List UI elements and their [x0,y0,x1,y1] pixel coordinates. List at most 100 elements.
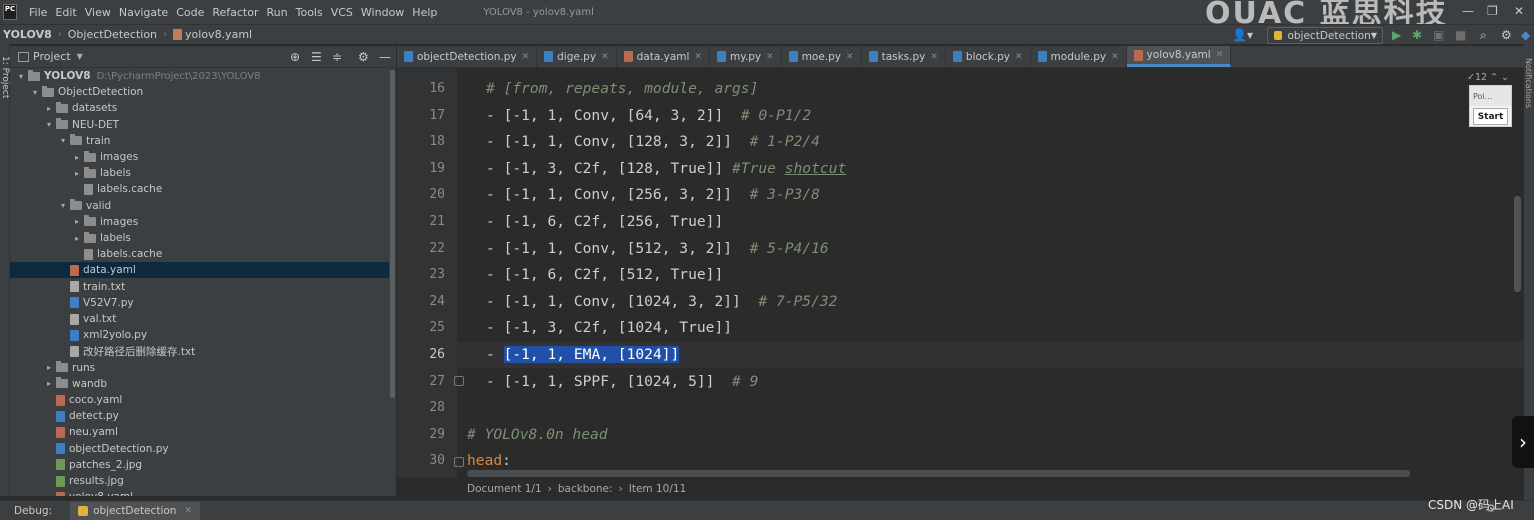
tree-item[interactable]: labels.cache [10,246,389,262]
chevron-down-icon[interactable]: ▾ [44,120,54,129]
tree-item[interactable]: ▾ YOLOV8 D:\PycharmProject\2023\YOLOV8 [10,68,389,84]
chevron-right-icon[interactable]: ▸ [72,234,82,243]
close-icon[interactable]: ✕ [184,506,192,516]
chevron-right-icon[interactable]: ▸ [44,104,54,113]
tree-item[interactable]: val.txt [10,311,389,327]
project-panel-title[interactable]: Project [33,50,71,63]
tree-item[interactable]: xml2yolo.py [10,327,389,343]
chevron-right-icon[interactable]: ▸ [72,169,82,178]
tree-item[interactable]: ▸ wandb [10,376,389,392]
close-tab-icon[interactable]: ✕ [846,52,854,62]
tree-item[interactable]: results.jpg [10,473,389,489]
editor-tab[interactable]: my.py ✕ [710,46,782,67]
breadcrumb-item[interactable]: Item 10/11 [629,483,687,495]
search-icon[interactable]: ⌕ [1480,28,1487,43]
menu-help[interactable]: Help [412,6,437,19]
project-tool-label[interactable]: 1: Project [0,56,10,98]
editor-tab[interactable]: module.py ✕ [1031,46,1127,67]
close-tab-icon[interactable]: ✕ [930,52,938,62]
run-configuration-select[interactable]: objectDetection ▼ [1267,27,1383,44]
tree-item[interactable]: train.txt [10,279,389,295]
locate-icon[interactable]: ⊕ [290,50,300,64]
chevron-down-icon[interactable]: ▾ [58,136,68,145]
close-tab-icon[interactable]: ✕ [522,52,530,62]
debug-icon[interactable]: ✱ [1412,28,1422,42]
code-editor[interactable]: 16 17 18 19 20 21 22 23 24 25 26 27 28 29 30 # [from, … [397,68,1523,478]
tree-item[interactable]: ▾ NEU-DET [10,117,389,133]
settings-icon[interactable]: ⚙ [1501,28,1512,42]
breadcrumb-backbone[interactable]: backbone: [558,483,613,495]
scrollbar-thumb[interactable] [390,70,395,398]
tree-item[interactable]: ▸ images [10,149,389,165]
menu-run[interactable]: Run [267,6,288,19]
close-tab-icon[interactable]: ✕ [1015,52,1023,62]
tree-item[interactable]: detect.py [10,408,389,424]
menu-code[interactable]: Code [176,6,204,19]
editor-tab[interactable]: objectDetection.py ✕ [397,46,538,67]
editor-horizontal-scrollbar[interactable] [467,470,1410,477]
chevron-down-icon[interactable]: ▼ [77,52,83,61]
tree-item[interactable]: ▸ images [10,214,389,230]
editor-tab[interactable]: dige.py ✕ [537,46,617,67]
debug-session-tab[interactable]: objectDetection ✕ [70,501,200,520]
close-tab-icon[interactable]: ✕ [1216,50,1224,60]
breadcrumb-document[interactable]: Document 1/1 [467,483,542,495]
menu-refactor[interactable]: Refactor [212,6,258,19]
menu-window[interactable]: Window [361,6,404,19]
coverage-icon[interactable]: ▣ [1433,28,1444,42]
chevron-right-icon[interactable]: ▸ [72,217,82,226]
tree-item[interactable]: objectDetection.py [10,441,389,457]
minimize-icon[interactable]: — [1462,4,1474,18]
menu-file[interactable]: File [29,6,47,19]
tree-item[interactable]: labels.cache [10,181,389,197]
chevron-right-icon[interactable]: ▸ [44,363,54,372]
editor-tab[interactable]: moe.py ✕ [782,46,862,67]
tree-item[interactable]: neu.yaml [10,424,389,440]
breadcrumb-project[interactable]: YOLOV8 [3,28,52,41]
tree-item[interactable]: patches_2.jpg [10,457,389,473]
hide-panel-icon[interactable]: — [379,50,391,64]
editor-tab[interactable]: data.yaml ✕ [617,46,710,67]
gear-icon[interactable]: ⚙ [358,50,369,64]
tree-item[interactable]: coco.yaml [10,392,389,408]
run-icon[interactable]: ▶ [1392,28,1401,42]
close-tab-icon[interactable]: ✕ [1111,52,1119,62]
tree-item[interactable]: ▾ train [10,133,389,149]
close-icon[interactable]: ✕ [1514,4,1524,18]
user-icon[interactable]: 👤▾ [1232,28,1253,42]
editor-tab[interactable]: tasks.py ✕ [862,46,946,67]
close-tab-icon[interactable]: ✕ [766,52,774,62]
chevron-right-icon[interactable]: ▸ [44,379,54,388]
start-button[interactable]: Start [1473,108,1508,125]
breadcrumb-folder[interactable]: ObjectDetection [68,28,157,41]
tree-item[interactable]: yolov8.yaml [10,489,389,496]
tree-item[interactable]: 改好路径后删除缓存.txt [10,343,389,359]
tree-item[interactable]: ▾ valid [10,198,389,214]
editor-tab[interactable]: yolov8.yaml ✕ [1126,46,1232,67]
tree-item[interactable]: ▸ labels [10,165,389,181]
plugin-icon[interactable]: ◆ [1521,28,1530,42]
tree-item[interactable]: ▾ ObjectDetection [10,84,389,100]
close-tab-icon[interactable]: ✕ [694,52,702,62]
status-icon[interactable]: ⚙ [1486,502,1496,515]
menu-tools[interactable]: Tools [296,6,323,19]
fold-icon[interactable] [454,457,464,467]
next-arrow-button[interactable]: › [1512,416,1534,468]
tree-item[interactable]: data.yaml [10,262,389,279]
tree-item[interactable]: ▸ datasets [10,100,389,116]
expand-all-icon[interactable]: ☰ [311,50,322,64]
menu-edit[interactable]: Edit [55,6,76,19]
breadcrumb-file[interactable]: yolov8.yaml [185,28,252,41]
notifications-tool-label[interactable]: Notifications [1524,58,1533,108]
menu-view[interactable]: View [85,6,111,19]
warnings-indicator[interactable]: ✓12 ⌃ ⌄ [1467,72,1509,83]
chevron-down-icon[interactable]: ▾ [58,201,68,210]
menu-vcs[interactable]: VCS [331,6,353,19]
stop-icon[interactable]: ■ [1455,28,1466,42]
project-scrollbar[interactable] [389,68,396,496]
maximize-icon[interactable]: ❐ [1487,4,1498,18]
chevron-down-icon[interactable]: ▾ [30,88,40,97]
fold-icon[interactable] [454,376,464,386]
menu-navigate[interactable]: Navigate [119,6,168,19]
editor-tab[interactable]: block.py ✕ [946,46,1031,67]
